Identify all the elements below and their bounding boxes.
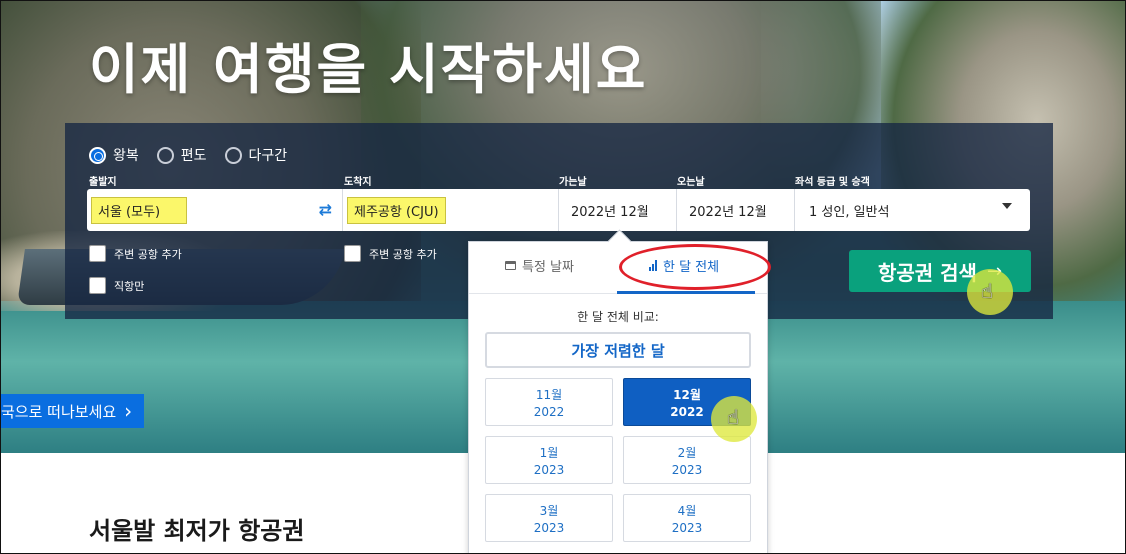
cabin-passenger-select[interactable]: 1 성인, 일반석 [795,189,1030,231]
checkbox-label: 주변 공항 추가 [114,247,182,261]
cabin-label: 좌석 등급 및 승객 [795,177,870,188]
destination-value: 제주공항 (CJU) [347,196,446,224]
chevron-right-icon: › [124,399,133,423]
year-label: 2023 [671,462,703,477]
promo-label: 국으로 떠나보세요 [1,402,117,421]
tab-label: 특정 날짜 [522,260,574,275]
year-label: 2023 [533,462,565,477]
origin-field[interactable]: 서울 (모두) ⇄ [87,189,343,231]
month-option[interactable]: 11월 2022 [485,378,613,426]
hand-pointer-icon: ☝ [981,279,994,303]
month-label: 4월 [677,503,697,518]
year-label: 2022 [533,404,565,419]
calendar-icon [505,261,516,270]
active-tab-underline [617,291,755,294]
destination-label: 도착지 [344,177,372,188]
year-label: 2023 [671,520,703,535]
radio-icon[interactable] [156,146,174,164]
direct-only-checkbox[interactable]: 직항만 [89,277,144,294]
page-frame: 이제 여행을 시작하세요 왕복 편도 다구간 출발지 도착지 가는날 오는날 좌… [0,0,1126,554]
depart-value: 2022년 12월 [571,204,649,220]
radio-checked-icon[interactable] [89,146,106,164]
cabin-value: 1 성인, 일반석 [809,204,890,220]
hand-pointer-icon: ☝ [727,405,740,429]
return-date-field[interactable]: 2022년 12월 [677,189,795,231]
month-label: 11월 [535,387,563,402]
trip-type-multicity[interactable]: 다구간 [224,145,288,165]
return-label: 오는날 [677,177,705,188]
date-picker-tabs: 특정 날짜 한 달 전체 [469,242,771,294]
section-title: 서울발 최저가 항공권 [89,517,305,545]
checkbox-box[interactable] [344,245,361,262]
month-option[interactable]: 4월 2023 [623,494,751,542]
month-label: 3월 [539,503,559,518]
origin-value: 서울 (모두) [91,196,187,224]
month-option[interactable]: 2월 2023 [623,436,751,484]
checkbox-label: 직항만 [114,279,145,293]
depart-date-field[interactable]: 2022년 12월 [559,189,677,231]
trip-type-label: 편도 [180,148,207,164]
hero-title: 이제 여행을 시작하세요 [89,38,648,101]
trip-type-oneway[interactable]: 편도 [156,145,207,165]
compare-label: 한 달 전체 비교: [577,310,659,324]
trip-type-label: 왕복 [113,148,139,164]
nearby-origin-checkbox[interactable]: 주변 공항 추가 [89,245,182,262]
month-option[interactable]: 1월 2023 [485,436,613,484]
search-button-label: 항공권 검색 [877,260,977,285]
nearby-destination-checkbox[interactable]: 주변 공항 추가 [344,245,437,262]
checkbox-box[interactable] [89,245,106,262]
year-label: 2022 [670,404,704,419]
month-label: 2월 [677,445,697,460]
checkbox-label: 주변 공항 추가 [369,247,437,261]
checkbox-box[interactable] [89,277,106,294]
destination-field[interactable]: 제주공항 (CJU) [343,189,559,231]
trip-type-label: 다구간 [248,148,288,164]
red-annotation-ellipse [619,244,771,290]
cheapest-month-button[interactable]: 가장 저렴한 달 [485,332,751,368]
month-label: 12월 [673,387,701,402]
depart-label: 가는날 [559,177,587,188]
caret-down-icon [1002,203,1012,209]
radio-icon[interactable] [224,146,242,164]
search-fields-row: 서울 (모두) ⇄ 제주공항 (CJU) 2022년 12월 2022년 12월… [87,189,1030,231]
trip-type-roundtrip[interactable]: 왕복 [89,145,139,165]
year-label: 2023 [533,520,565,535]
promo-banner-link[interactable]: 국으로 떠나보세요 › [1,394,145,428]
swap-arrows-icon[interactable]: ⇄ [319,200,332,219]
tab-specific-date[interactable]: 특정 날짜 [505,256,574,275]
month-label: 1월 [539,445,559,460]
return-value: 2022년 12월 [689,204,767,220]
origin-label: 출발지 [89,177,117,188]
month-option[interactable]: 3월 2023 [485,494,613,542]
trip-type-selector: 왕복 편도 다구간 [89,145,287,165]
